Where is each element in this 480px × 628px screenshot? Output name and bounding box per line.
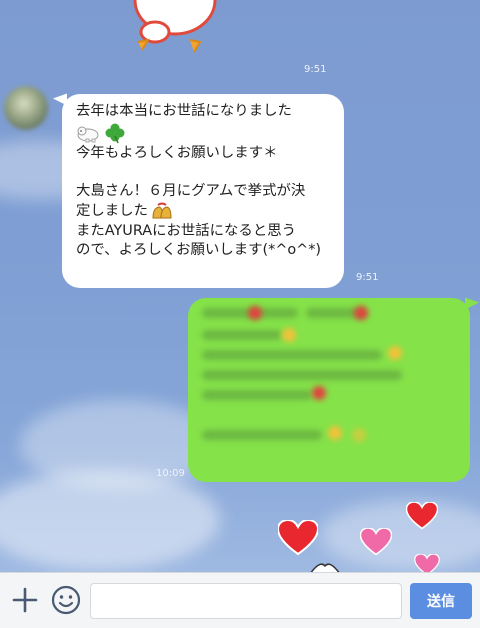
- heart-sticker-icon[interactable]: [278, 520, 318, 556]
- background-cloud: [320, 500, 480, 570]
- blurred-smile-emoji: [388, 346, 402, 360]
- emoji-row: [76, 122, 334, 144]
- blurred-text: [202, 350, 382, 360]
- chat-area: 9:51 去年は本当にお世話になりました 今年もよろしくお願いします＊ 大島さん…: [0, 0, 480, 572]
- chicken-sticker[interactable]: [120, 0, 230, 70]
- message-time: 9:51: [356, 272, 379, 283]
- four-leaf-clover-icon: [105, 123, 125, 143]
- message-time: 10:09: [156, 468, 185, 479]
- outgoing-message-bubble[interactable]: [188, 298, 470, 482]
- message-line: 去年は本当にお世話になりました: [76, 103, 292, 119]
- background-cloud: [0, 470, 220, 570]
- blurred-text: [202, 370, 402, 380]
- blurred-text: [202, 390, 312, 400]
- polar-bear-emoji-icon: [77, 126, 99, 142]
- message-line: 今年もよろしくお願いします＊: [76, 144, 278, 161]
- sender-avatar[interactable]: [4, 86, 48, 130]
- heart-sticker-icon[interactable]: [412, 554, 442, 572]
- blurred-smile-emoji: [328, 426, 342, 440]
- blurred-heart-emoji: [312, 386, 326, 400]
- message-line: またAYURAにお世話になると思う: [76, 222, 296, 239]
- sticker-character-icon[interactable]: [310, 560, 340, 572]
- message-line: 定しました: [76, 202, 148, 219]
- heart-sticker-icon[interactable]: [406, 502, 438, 530]
- emoji-picker-icon[interactable]: [50, 584, 82, 616]
- plus-icon[interactable]: [10, 585, 40, 615]
- blurred-smile-emoji: [282, 328, 296, 342]
- message-line: ので、よろしくお願いします(*^o^*): [76, 242, 322, 258]
- blurred-smile-emoji: [352, 428, 366, 442]
- blurred-heart-emoji: [248, 306, 262, 320]
- incoming-message-bubble[interactable]: 去年は本当にお世話になりました 今年もよろしくお願いします＊ 大島さん！６月にグ…: [62, 94, 344, 288]
- wedding-bells-icon: [152, 202, 172, 218]
- message-input-bar: 送信: [0, 572, 480, 628]
- heart-sticker-icon[interactable]: [360, 528, 392, 556]
- blurred-text: [202, 430, 322, 440]
- blurred-heart-emoji: [354, 306, 368, 320]
- message-line-with-emoji: 定しました: [76, 202, 334, 222]
- message-input[interactable]: [90, 583, 402, 619]
- blurred-text: [202, 330, 282, 340]
- message-time: 9:51: [304, 64, 327, 75]
- message-line: 大島さん！６月にグアムで挙式が決: [76, 183, 306, 199]
- send-button[interactable]: 送信: [410, 583, 472, 619]
